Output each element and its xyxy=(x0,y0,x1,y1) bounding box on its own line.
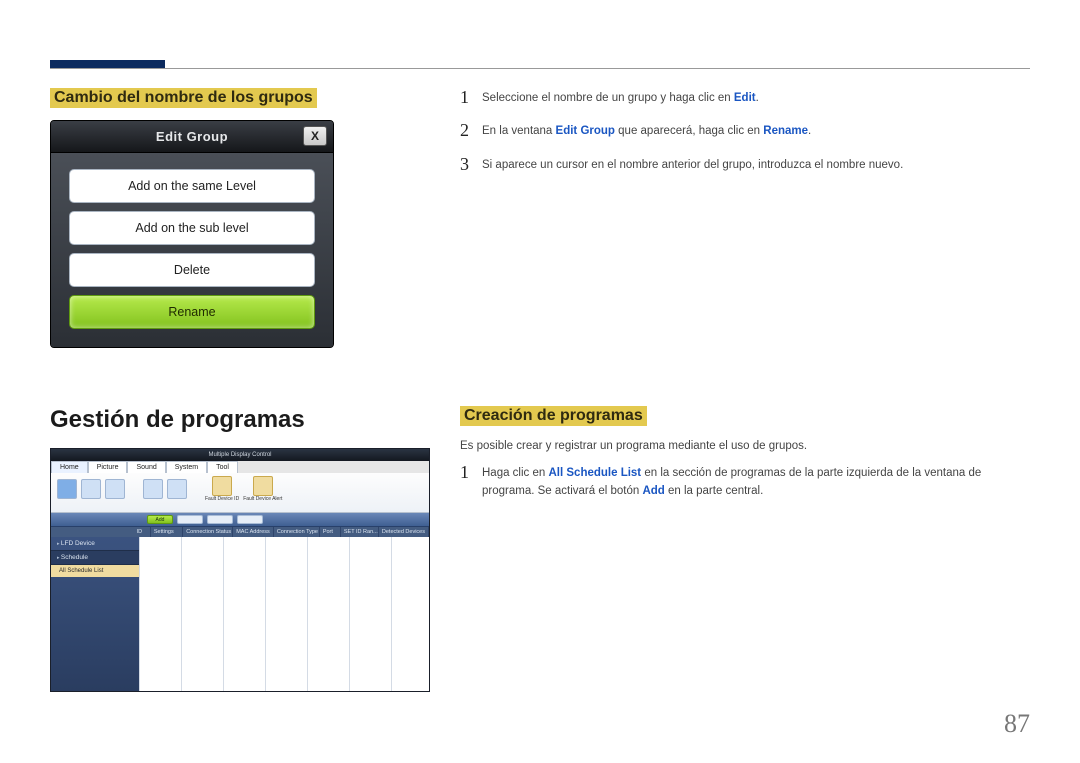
step-text-part: Seleccione el nombre de un grupo y haga … xyxy=(482,92,734,104)
mdc-window: Multiple Display Control Home Picture So… xyxy=(50,448,430,692)
keyword-edit: Edit xyxy=(734,92,756,104)
column-header[interactable]: Settings xyxy=(151,527,183,537)
header-accent-bar xyxy=(50,60,165,68)
delete-button[interactable]: Delete xyxy=(69,253,315,287)
mdc-toolbar: Add xyxy=(51,513,429,527)
step-number: 2 xyxy=(460,121,482,139)
heading-rename-groups: Cambio del nombre de los grupos xyxy=(50,88,317,108)
keyword-edit-group: Edit Group xyxy=(556,125,615,137)
mdc-ribbon-tabs: Home Picture Sound System Tool xyxy=(51,461,429,473)
tab-sound[interactable]: Sound xyxy=(127,461,165,473)
ribbon-icon[interactable] xyxy=(105,479,125,499)
fault-device-alert-icon[interactable] xyxy=(253,476,273,496)
tab-home[interactable]: Home xyxy=(51,461,88,473)
keyword-add: Add xyxy=(642,485,664,497)
mdc-ribbon: Fault Device ID Fault Device Alert xyxy=(51,473,429,513)
toolbar-button[interactable] xyxy=(177,515,203,524)
column-header[interactable]: Connection Status xyxy=(183,527,233,537)
column-header[interactable]: ID xyxy=(134,527,151,537)
edit-group-titlebar: Edit Group X xyxy=(51,121,333,153)
column-header[interactable]: Connection Type xyxy=(274,527,320,537)
ribbon-icon[interactable] xyxy=(57,479,77,499)
step-text-part: . xyxy=(756,92,759,104)
sidebar-item-all-schedule-list[interactable]: All Schedule List xyxy=(51,565,139,577)
column-header[interactable]: Detected Devices xyxy=(379,527,429,537)
add-same-level-button[interactable]: Add on the same Level xyxy=(69,169,315,203)
ribbon-label: Fault Device ID xyxy=(205,496,239,502)
page-content: Cambio del nombre de los grupos Edit Gro… xyxy=(0,0,1080,722)
step-text: Seleccione el nombre de un grupo y haga … xyxy=(482,88,1030,107)
rename-steps: 1 Seleccione el nombre de un grupo y hag… xyxy=(460,88,1030,348)
close-icon[interactable]: X xyxy=(303,126,327,146)
tab-tool[interactable]: Tool xyxy=(207,461,238,473)
step-text: En la ventana Edit Group que aparecerá, … xyxy=(482,121,1030,140)
mdc-sidebar: LFD Device Schedule All Schedule List xyxy=(51,537,139,691)
step-number: 1 xyxy=(460,463,482,481)
keyword-rename: Rename xyxy=(763,125,808,137)
schedule-left-column: Gestión de programas Multiple Display Co… xyxy=(50,406,430,692)
section-schedule-management: Gestión de programas Multiple Display Co… xyxy=(50,406,1030,692)
step-text-part: que aparecerá, haga clic en xyxy=(615,125,763,137)
ribbon-label: Fault Device Alert xyxy=(243,496,282,502)
rename-button[interactable]: Rename xyxy=(69,295,315,329)
mdc-window-title: Multiple Display Control xyxy=(51,449,429,461)
step-text-part: En la ventana xyxy=(482,125,556,137)
schedule-right-column: Creación de programas Es posible crear y… xyxy=(460,406,1030,692)
heading-create-schedules: Creación de programas xyxy=(460,406,647,426)
toolbar-button[interactable] xyxy=(237,515,263,524)
mdc-data-grid[interactable] xyxy=(139,537,429,691)
column-header[interactable]: Port xyxy=(320,527,341,537)
schedule-step-1: 1 Haga clic en All Schedule List en la s… xyxy=(460,463,1030,500)
schedule-intro-text: Es posible crear y registrar un programa… xyxy=(460,438,1030,455)
step-number: 3 xyxy=(460,155,482,173)
heading-schedule-management: Gestión de programas xyxy=(50,406,430,434)
step-text-part: . xyxy=(808,125,811,137)
add-button[interactable]: Add xyxy=(147,515,173,524)
ribbon-icon[interactable] xyxy=(81,479,101,499)
step-text-part: en la parte central. xyxy=(665,485,763,497)
sidebar-item-schedule[interactable]: Schedule xyxy=(51,551,139,565)
tab-picture[interactable]: Picture xyxy=(88,461,128,473)
section-rename-groups: Cambio del nombre de los grupos Edit Gro… xyxy=(50,88,1030,348)
step-text: Haga clic en All Schedule List en la sec… xyxy=(482,463,1030,500)
edit-group-title: Edit Group xyxy=(156,129,228,144)
sidebar-item-lfd-device[interactable]: LFD Device xyxy=(51,537,139,551)
ribbon-icon[interactable] xyxy=(143,479,163,499)
tab-system[interactable]: System xyxy=(166,461,207,473)
toolbar-button[interactable] xyxy=(207,515,233,524)
step-text-part: Haga clic en xyxy=(482,467,548,479)
column-header[interactable]: MAC Address xyxy=(233,527,274,537)
step-text-part: Si aparece un cursor en el nombre anteri… xyxy=(482,159,903,171)
mdc-column-headers: ID Settings Connection Status MAC Addres… xyxy=(51,527,429,537)
header-rule xyxy=(50,68,1030,69)
rename-left-column: Cambio del nombre de los grupos Edit Gro… xyxy=(50,88,430,348)
edit-group-dialog: Edit Group X Add on the same Level Add o… xyxy=(50,120,334,348)
edit-group-body: Add on the same Level Add on the sub lev… xyxy=(51,153,333,347)
step-1: 1 Seleccione el nombre de un grupo y hag… xyxy=(460,88,1030,107)
step-2: 2 En la ventana Edit Group que aparecerá… xyxy=(460,121,1030,140)
keyword-all-schedule-list: All Schedule List xyxy=(548,467,641,479)
column-header[interactable]: SET ID Ran... xyxy=(341,527,379,537)
add-sub-level-button[interactable]: Add on the sub level xyxy=(69,211,315,245)
fault-device-id-icon[interactable] xyxy=(212,476,232,496)
step-text: Si aparece un cursor en el nombre anteri… xyxy=(482,155,1030,174)
page-number: 87 xyxy=(1004,709,1030,739)
mdc-body: LFD Device Schedule All Schedule List xyxy=(51,537,429,691)
step-number: 1 xyxy=(460,88,482,106)
ribbon-icon[interactable] xyxy=(167,479,187,499)
step-3: 3 Si aparece un cursor en el nombre ante… xyxy=(460,155,1030,174)
